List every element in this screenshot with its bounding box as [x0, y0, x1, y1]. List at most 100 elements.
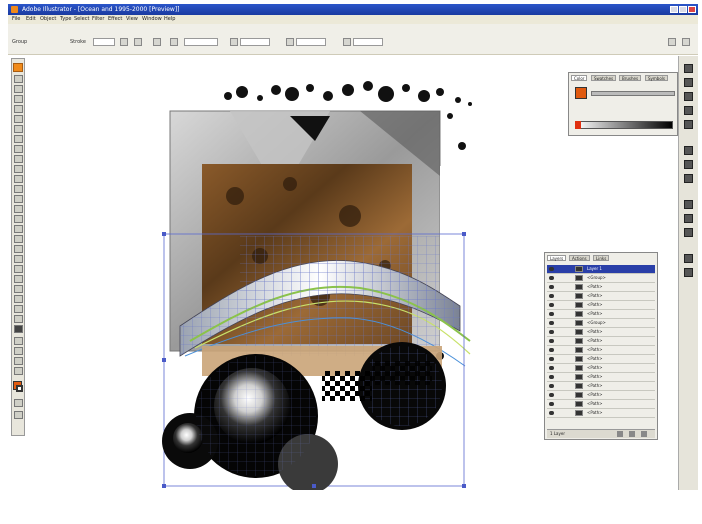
selection-tool-icon[interactable]	[13, 63, 23, 72]
stroke-weight-field[interactable]	[93, 38, 115, 46]
column-tool-icon[interactable]	[14, 347, 23, 355]
line-tool-icon[interactable]	[14, 125, 23, 133]
graphic-styles-panel-icon[interactable]	[684, 200, 693, 209]
color-mode-icon[interactable]	[14, 399, 23, 407]
fill-color-swatch[interactable]	[575, 87, 587, 99]
new-sublayer-icon[interactable]	[617, 431, 623, 437]
layer-row[interactable]: <Path>	[547, 301, 655, 310]
style-dropdown[interactable]	[184, 38, 218, 46]
stroke-panel-icon[interactable]	[684, 120, 693, 129]
tab-brushes[interactable]: Brushes	[619, 75, 642, 81]
visibility-eye-icon[interactable]	[549, 411, 554, 415]
menu-object[interactable]: Object	[40, 16, 56, 22]
visibility-eye-icon[interactable]	[549, 402, 554, 406]
chart-tool-icon[interactable]	[14, 337, 23, 345]
eraser-tool-icon[interactable]	[14, 165, 23, 173]
visibility-eye-icon[interactable]	[549, 312, 554, 316]
visibility-eye-icon[interactable]	[549, 393, 554, 397]
symbols-panel-icon[interactable]	[684, 106, 693, 115]
menu-window[interactable]: Window	[142, 16, 162, 22]
pathfinder-panel-icon[interactable]	[684, 228, 693, 237]
layer-row[interactable]: <Path>	[547, 382, 655, 391]
menu-arrow-icon[interactable]	[682, 38, 690, 46]
layer-row[interactable]: <Path>	[547, 391, 655, 400]
width-field[interactable]	[240, 38, 270, 46]
visibility-eye-icon[interactable]	[549, 339, 554, 343]
menu-help[interactable]: Help	[164, 16, 175, 22]
menu-effect[interactable]: Effect	[108, 16, 122, 22]
layers-panel-icon[interactable]	[684, 254, 693, 263]
pencil-tool-icon[interactable]	[14, 155, 23, 163]
type-tool-icon[interactable]	[14, 115, 23, 123]
free-transform-tool-icon[interactable]	[14, 205, 23, 213]
layer-row[interactable]: <Group>	[547, 274, 655, 283]
measure-tool-icon[interactable]	[14, 367, 23, 375]
layer-row[interactable]: <Path>	[547, 409, 655, 418]
layer-row[interactable]: <Path>	[547, 400, 655, 409]
distribute-icon[interactable]	[170, 38, 178, 46]
rotate-icon[interactable]	[343, 38, 351, 46]
visibility-eye-icon[interactable]	[549, 267, 554, 271]
visibility-eye-icon[interactable]	[549, 276, 554, 280]
layer-row[interactable]: <Path>	[547, 328, 655, 337]
gradient-panel-icon[interactable]	[684, 146, 693, 155]
tab-links[interactable]: Links	[593, 255, 610, 261]
visibility-eye-icon[interactable]	[549, 330, 554, 334]
opacity-field[interactable]	[353, 38, 383, 46]
layer-row[interactable]: <Path>	[547, 346, 655, 355]
menu-filter[interactable]: Filter	[92, 16, 104, 22]
hand-tool-icon[interactable]	[14, 315, 23, 323]
layer-row[interactable]: <Path>	[547, 310, 655, 319]
visibility-eye-icon[interactable]	[549, 303, 554, 307]
zoom-tool-icon[interactable]	[14, 325, 23, 333]
brushes-panel-icon[interactable]	[684, 92, 693, 101]
scale-tool-icon[interactable]	[14, 185, 23, 193]
color-spectrum-bar[interactable]	[575, 121, 673, 129]
layer-row[interactable]: <Path>	[547, 283, 655, 292]
menu-edit[interactable]: Edit	[26, 16, 36, 22]
stroke-arrow-icon[interactable]	[120, 38, 128, 46]
symbol-sprayer-tool-icon[interactable]	[14, 215, 23, 223]
menu-view[interactable]: View	[126, 16, 138, 22]
swatches-panel-icon[interactable]	[684, 78, 693, 87]
rectangle-tool-icon[interactable]	[14, 135, 23, 143]
gradient-tool-icon[interactable]	[14, 245, 23, 253]
direct-select-tool-icon[interactable]	[14, 75, 23, 83]
slice-tool-icon[interactable]	[14, 295, 23, 303]
close-icon[interactable]	[688, 6, 696, 13]
paintbrush-tool-icon[interactable]	[14, 145, 23, 153]
transform-icon[interactable]	[230, 38, 238, 46]
visibility-eye-icon[interactable]	[549, 366, 554, 370]
visibility-eye-icon[interactable]	[549, 321, 554, 325]
visibility-eye-icon[interactable]	[549, 375, 554, 379]
crop-area-tool-icon[interactable]	[14, 285, 23, 293]
transparency-panel-icon[interactable]	[684, 160, 693, 169]
visibility-eye-icon[interactable]	[549, 294, 554, 298]
blend-tool-icon[interactable]	[14, 265, 23, 273]
visibility-eye-icon[interactable]	[549, 285, 554, 289]
menu-file[interactable]: File	[12, 16, 20, 22]
minimize-icon[interactable]	[670, 6, 678, 13]
visibility-eye-icon[interactable]	[549, 348, 554, 352]
screen-mode-icon[interactable]	[14, 411, 23, 419]
graph-tool-icon[interactable]	[14, 225, 23, 233]
rotate-tool-icon[interactable]	[14, 175, 23, 183]
eyedropper-tool-icon[interactable]	[14, 255, 23, 263]
tint-slider[interactable]	[591, 91, 675, 96]
pen-tool-icon[interactable]	[14, 105, 23, 113]
scissors-tool-icon[interactable]	[14, 305, 23, 313]
appearance-panel-icon[interactable]	[684, 174, 693, 183]
layer-row[interactable]: <Group>	[547, 319, 655, 328]
align-icon[interactable]	[153, 38, 161, 46]
link-icon[interactable]	[286, 38, 294, 46]
menu-type[interactable]: Type	[60, 16, 71, 22]
artboard-canvas[interactable]: Color Swatches Brushes Symbols Layers Ac…	[30, 56, 678, 494]
links-panel-icon[interactable]	[684, 268, 693, 277]
layer-row[interactable]: <Path>	[547, 364, 655, 373]
visibility-eye-icon[interactable]	[549, 357, 554, 361]
stroke-swatch-icon[interactable]	[16, 385, 23, 392]
height-field[interactable]	[296, 38, 326, 46]
warp-tool-icon[interactable]	[14, 195, 23, 203]
layer-row[interactable]: <Path>	[547, 337, 655, 346]
color-panel-icon[interactable]	[684, 64, 693, 73]
